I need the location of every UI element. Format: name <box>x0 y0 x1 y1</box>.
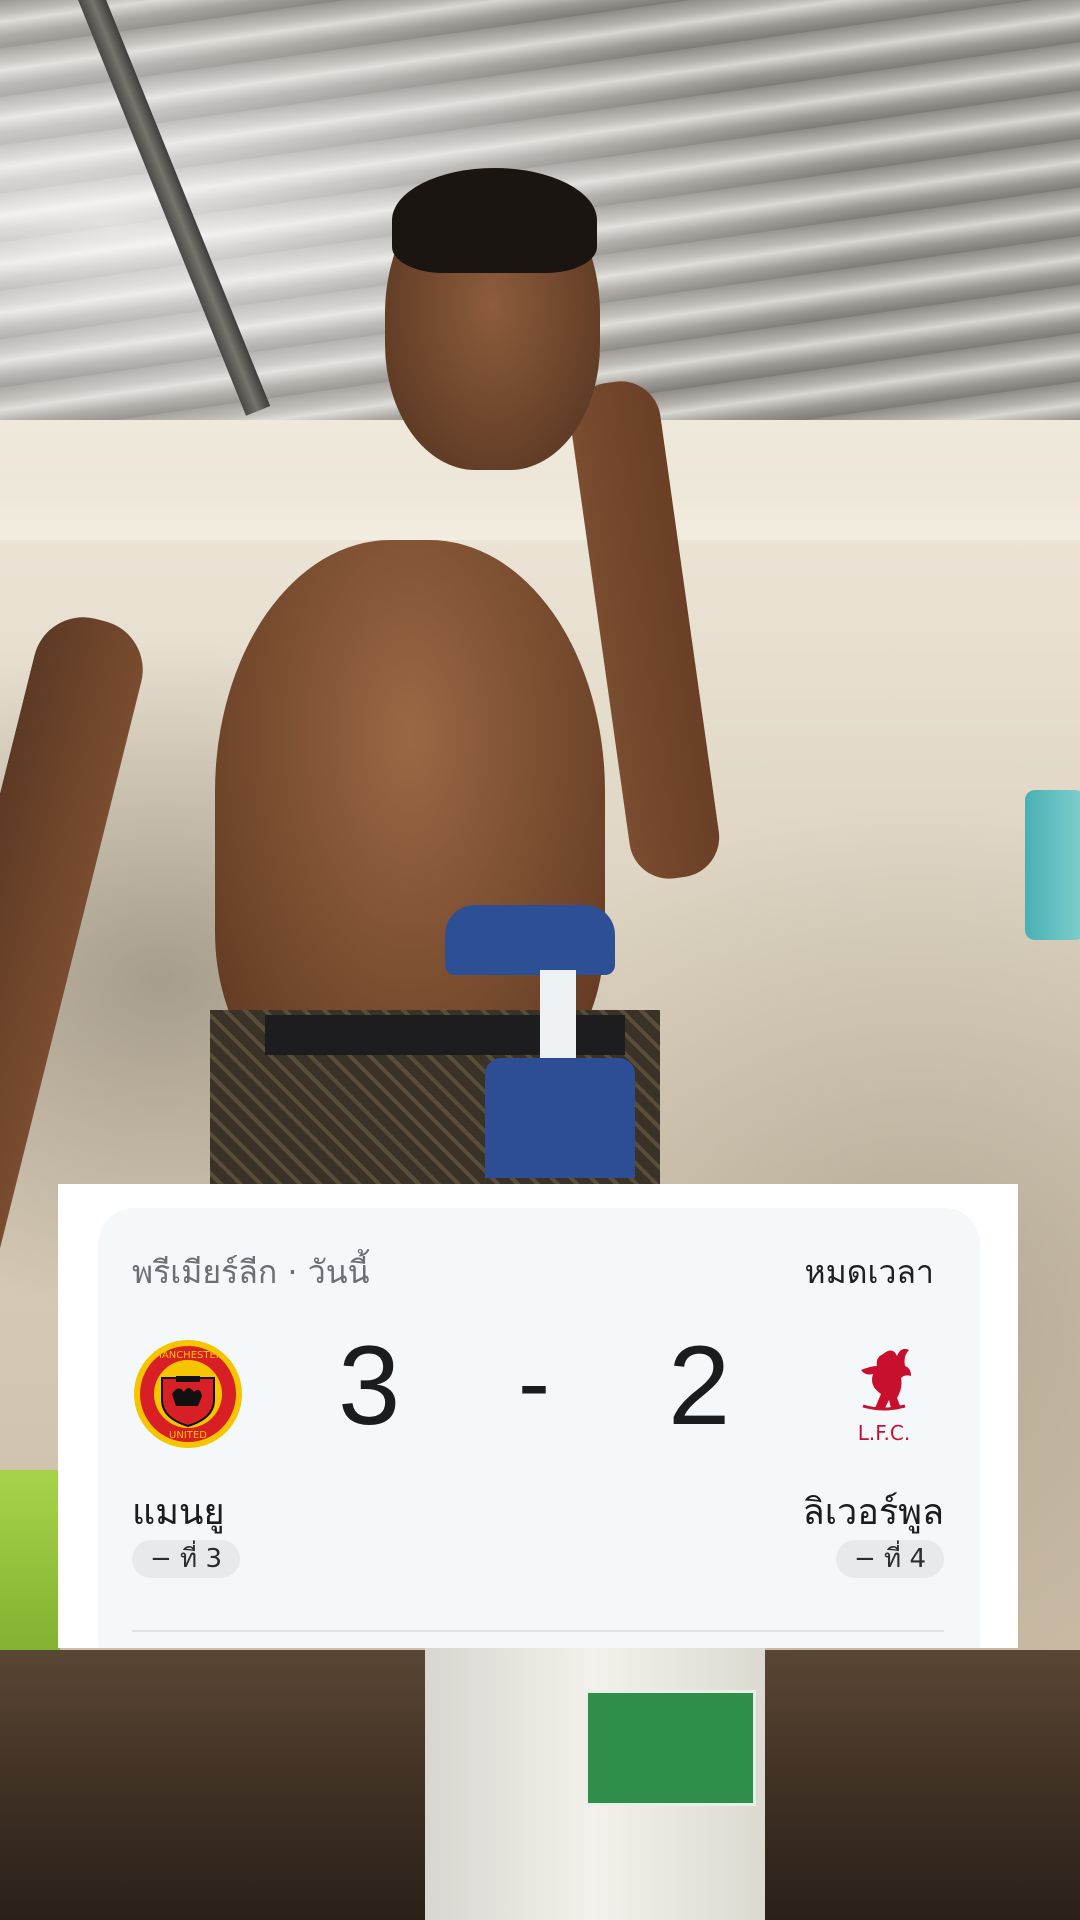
pump-cap <box>485 1058 635 1178</box>
green-tub <box>0 1470 60 1670</box>
liverpool-crest-icon: L.F.C. <box>858 1348 911 1445</box>
manchester-united-crest-icon: MANCHESTER UNITED <box>134 1340 242 1448</box>
card-divider <box>132 1630 944 1632</box>
svg-text:MANCHESTER: MANCHESTER <box>153 1350 223 1361</box>
away-rank-badge: − ที่ 4 <box>836 1540 944 1578</box>
away-score: 2 <box>668 1323 731 1448</box>
match-status: หมดเวลา <box>804 1253 934 1291</box>
svg-text:L.F.C.: L.F.C. <box>858 1421 910 1445</box>
pump-head <box>445 905 615 975</box>
home-team-name: แมนยู <box>132 1492 225 1533</box>
bottle-label <box>585 1690 756 1806</box>
home-score: 3 <box>338 1323 401 1448</box>
person-hair <box>392 168 597 273</box>
pump-stem <box>540 970 576 1070</box>
svg-text:UNITED: UNITED <box>169 1430 207 1441</box>
away-team-name: ลิเวอร์พูล <box>802 1492 944 1533</box>
league-date-label: พรีเมียร์ลีก · วันนี้ <box>132 1253 370 1291</box>
home-rank-badge: − ที่ 3 <box>132 1540 240 1578</box>
hanging-bucket <box>1025 790 1080 940</box>
score-separator: - <box>518 1329 550 1436</box>
